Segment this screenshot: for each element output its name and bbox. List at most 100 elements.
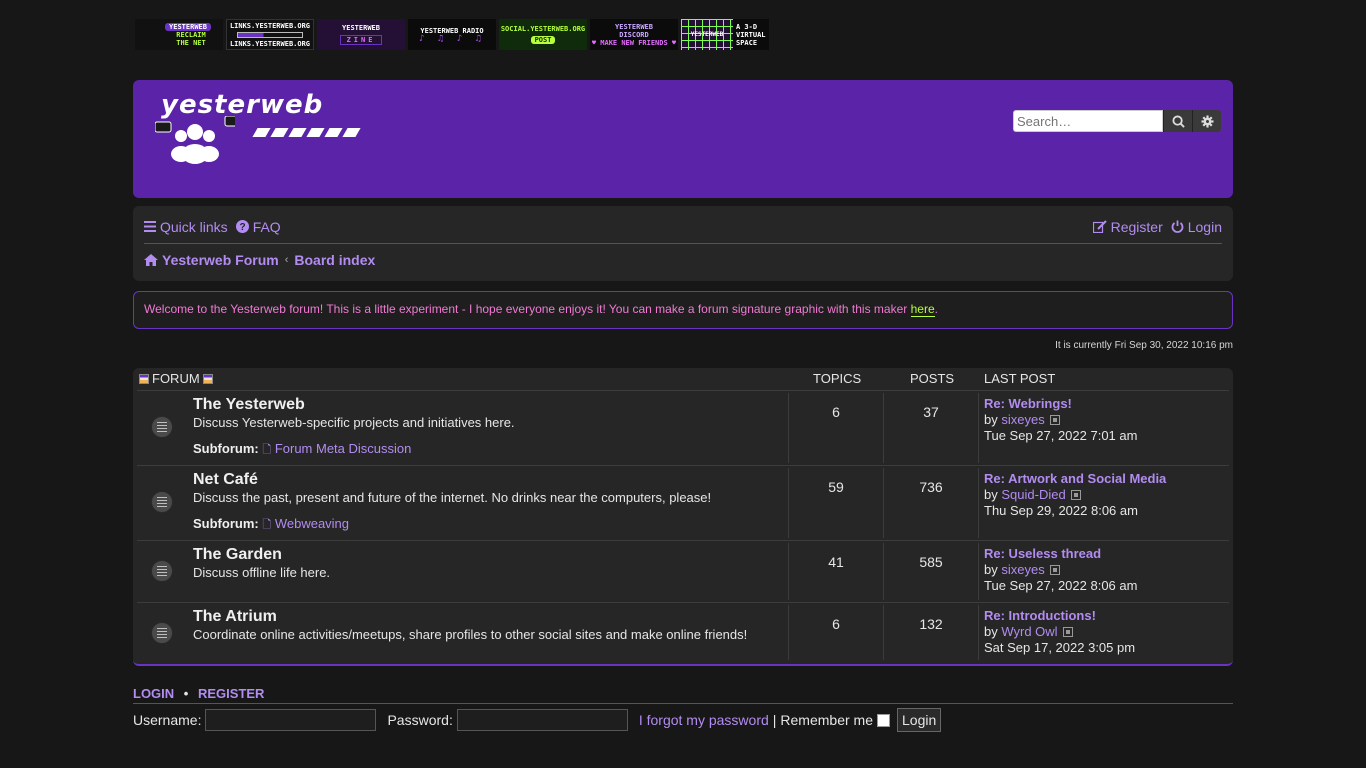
separator: • <box>183 686 189 701</box>
quick-links-label: Quick links <box>160 218 228 235</box>
last-post-date: Tue Sep 27, 2022 8:06 am <box>984 578 1138 593</box>
banner-zine[interactable]: YESTERWEB ZINE <box>317 19 405 50</box>
by-label: by <box>984 487 998 502</box>
last-post: Re: Introductions! by Wyrd Owl Sat Sep 1… <box>984 608 1135 656</box>
last-post-author[interactable]: Squid-Died <box>1001 487 1065 502</box>
posts-count: 736 <box>919 479 943 495</box>
forum-header-label: FORUM <box>152 371 200 386</box>
last-post: Re: Artwork and Social Media by Squid-Di… <box>984 471 1166 519</box>
banner-cafe[interactable]: YESTERWEB A 3-D VIRTUAL SPACE <box>681 19 769 50</box>
last-post-author[interactable]: sixeyes <box>1001 412 1044 427</box>
last-post-title[interactable]: Re: Useless thread <box>984 546 1101 561</box>
view-latest-post-icon[interactable] <box>1062 627 1073 637</box>
banner-text: ♥ MAKE NEW FRIENDS ♥ <box>591 38 677 47</box>
banner-discord[interactable]: YESTERWEB DISCORD ♥ MAKE NEW FRIENDS ♥ <box>590 19 678 50</box>
advanced-search-button[interactable] <box>1192 110 1221 132</box>
last-post-title[interactable]: Re: Webrings! <box>984 396 1072 411</box>
banner-title: YESTERWEB <box>615 22 653 31</box>
remember-me-label: Remember me <box>780 712 873 728</box>
banner-text: LINKS.YESTERWEB.ORG <box>229 21 311 30</box>
banner-progress-graphic <box>237 31 303 38</box>
subforum-link[interactable]: Forum Meta Discussion <box>275 441 412 456</box>
register-heading-link[interactable]: REGISTER <box>198 686 264 701</box>
column-divider <box>788 393 789 463</box>
forum-subforums: Subforum: 🗋 Forum Meta Discussion <box>193 441 411 460</box>
forum-list: FORUM TOPICS POSTS LAST POST The Yesterw… <box>133 368 1233 666</box>
column-divider <box>788 543 789 600</box>
last-post-title[interactable]: Re: Artwork and Social Media <box>984 471 1166 486</box>
forum-title[interactable]: The Atrium <box>193 608 277 626</box>
faq-link[interactable]: ? FAQ <box>235 219 281 235</box>
login-heading-link[interactable]: LOGIN <box>133 686 174 701</box>
music-notes-icon: ♪ ♫ ♪ ♫ <box>419 33 485 44</box>
forum-row: The Garden Discuss offline life here. 41… <box>137 540 1229 602</box>
banner-text: POST <box>530 36 556 44</box>
posts-count: 37 <box>923 404 939 420</box>
column-divider <box>788 605 789 660</box>
banner-social[interactable]: SOCIAL.YESTERWEB.ORG POST <box>499 19 587 50</box>
breadcrumb-label: Yesterweb Forum <box>162 252 279 268</box>
document-icon: 🗋 <box>262 519 272 531</box>
forum-title[interactable]: Net Café <box>193 471 258 489</box>
column-divider <box>883 543 884 600</box>
forum-row: Net Café Discuss the past, present and f… <box>137 465 1229 540</box>
column-divider <box>883 605 884 660</box>
column-divider <box>883 468 884 538</box>
login-section-header: LOGIN • REGISTER <box>133 686 1233 704</box>
announcement-banner: Welcome to the Yesterweb forum! This is … <box>133 291 1233 329</box>
banner-text: A 3-D VIRTUAL SPACE <box>736 22 766 47</box>
question-icon: ? <box>235 220 249 233</box>
breadcrumb-home[interactable]: Yesterweb Forum <box>144 252 279 268</box>
last-post-date: Thu Sep 29, 2022 8:06 am <box>984 503 1138 518</box>
announcement-text: Welcome to the Yesterweb forum! This is … <box>144 302 908 316</box>
last-post-column-header: LAST POST <box>984 371 1056 386</box>
username-input[interactable] <box>205 709 377 731</box>
last-post-author[interactable]: Wyrd Owl <box>1001 624 1057 639</box>
banner-yesterweb-reclaim[interactable]: YESTERWEB RECLAIM THE NET <box>135 19 223 50</box>
banner-text: DISCORD <box>619 30 649 39</box>
banner-text: THE NET <box>176 38 206 47</box>
search-box <box>1013 110 1221 132</box>
subforum-link[interactable]: Webweaving <box>275 516 349 531</box>
view-latest-post-icon[interactable] <box>1049 565 1060 575</box>
forum-read-icon <box>151 416 173 438</box>
view-latest-post-icon[interactable] <box>1049 415 1060 425</box>
by-label: by <box>984 624 998 639</box>
banner-links[interactable]: LINKS.YESTERWEB.ORG LINKS.YESTERWEB.ORG <box>226 19 314 50</box>
quick-links-menu[interactable]: Quick links <box>144 219 228 235</box>
view-latest-post-icon[interactable] <box>1070 490 1081 500</box>
forgot-password-link[interactable]: I forgot my password <box>639 712 769 728</box>
search-icon <box>1171 114 1185 128</box>
forum-column-header: FORUM <box>139 371 213 386</box>
password-input[interactable] <box>456 709 628 731</box>
document-icon: 🗋 <box>262 444 272 456</box>
breadcrumb-board-index[interactable]: Board index <box>294 252 375 268</box>
last-post-date: Sat Sep 17, 2022 3:05 pm <box>984 640 1136 655</box>
search-input[interactable] <box>1013 110 1163 132</box>
search-button[interactable] <box>1163 110 1192 132</box>
password-label: Password: <box>387 712 453 728</box>
breadcrumb: Yesterweb Forum ‹ Board index <box>144 250 1222 270</box>
navbar: Quick links ? FAQ Register Login Yesterw… <box>133 206 1233 281</box>
login-button[interactable]: Login <box>897 708 942 732</box>
column-divider <box>883 393 884 463</box>
forum-description: Discuss Yesterweb-specific projects and … <box>193 415 515 430</box>
forum-read-icon <box>151 491 173 513</box>
quick-login-form: Username: Password: I forgot my password… <box>133 708 942 732</box>
announcement-link[interactable]: here <box>910 302 935 317</box>
topics-count: 59 <box>828 479 844 495</box>
banner-text: RECLAIM <box>176 30 206 39</box>
forum-title[interactable]: The Yesterweb <box>193 396 305 414</box>
topics-count: 6 <box>832 404 840 420</box>
login-link[interactable]: Login <box>1171 219 1222 235</box>
register-link[interactable]: Register <box>1092 219 1163 235</box>
remember-me-checkbox[interactable] <box>877 713 890 727</box>
forum-title[interactable]: The Garden <box>193 546 282 564</box>
forum-read-icon <box>151 560 173 582</box>
banner-radio[interactable]: YESTERWEB RADIO ♪ ♫ ♪ ♫ <box>408 19 496 50</box>
column-divider <box>978 543 979 600</box>
last-post-title[interactable]: Re: Introductions! <box>984 608 1096 623</box>
last-post-author[interactable]: sixeyes <box>1001 562 1044 577</box>
user-links: Register Login <box>1092 219 1222 235</box>
forum-description: Discuss the past, present and future of … <box>193 490 712 505</box>
